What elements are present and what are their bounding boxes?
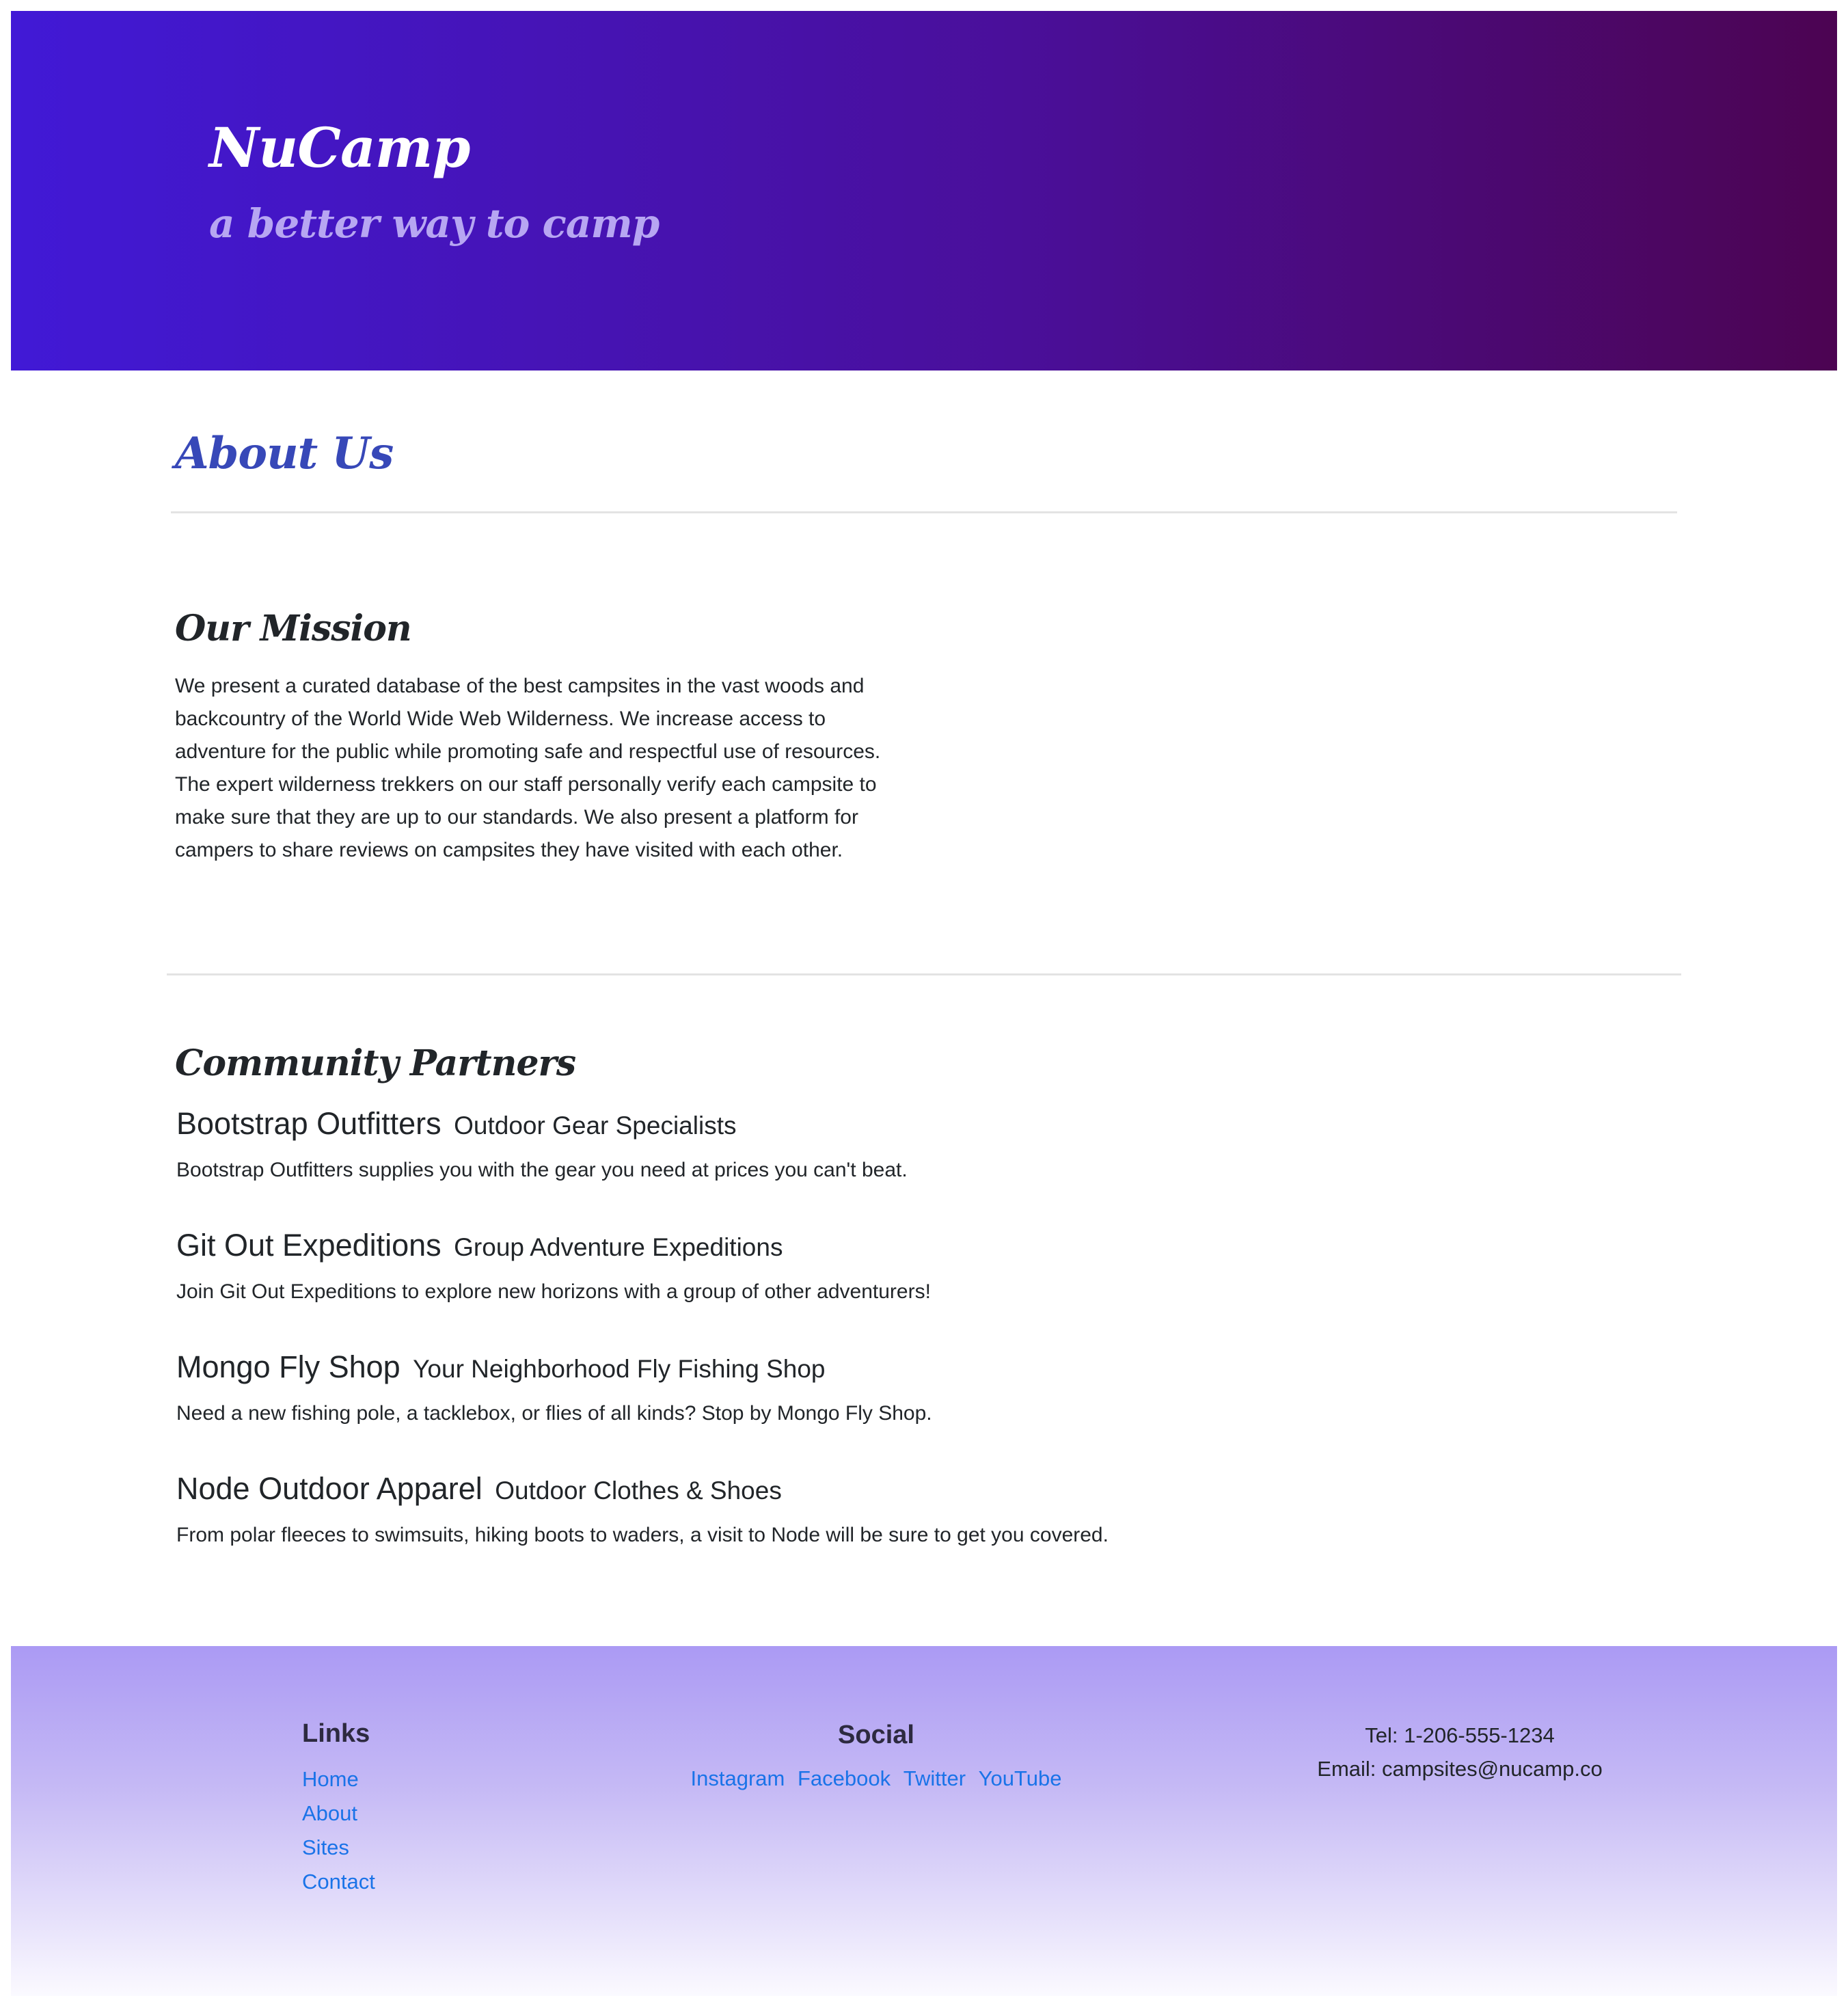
divider: [171, 511, 1677, 513]
partner-description: Join Git Out Expeditions to explore new …: [176, 1280, 931, 1303]
social-link-instagram[interactable]: Instagram: [691, 1766, 785, 1790]
footer-links-heading: Links: [302, 1719, 370, 1748]
partner-git-out-expeditions: Git Out Expeditions Group Adventure Expe…: [176, 1228, 1543, 1306]
footer-link-home[interactable]: Home: [302, 1767, 359, 1791]
partner-name: Git Out Expeditions: [176, 1228, 441, 1263]
divider: [167, 973, 1681, 975]
footer-links-list: Home About Sites Contact: [302, 1762, 375, 1899]
social-links: Instagram Facebook Twitter YouTube: [671, 1765, 1081, 1792]
header-jumbotron: NuCamp a better way to camp: [11, 11, 1837, 371]
partners-title: Community Partners: [175, 1042, 576, 1084]
partner-role: Outdoor Clothes & Shoes: [495, 1477, 782, 1505]
brand-title: NuCamp: [209, 116, 470, 180]
partner-node-outdoor-apparel: Node Outdoor Apparel Outdoor Clothes & S…: [176, 1471, 1543, 1549]
partner-name: Mongo Fly Shop: [176, 1349, 400, 1384]
partner-heading: Mongo Fly Shop Your Neighborhood Fly Fis…: [176, 1349, 1543, 1385]
page-title: About Us: [175, 428, 394, 479]
partner-description: Need a new fishing pole, a tacklebox, or…: [176, 1402, 932, 1425]
social-link-facebook[interactable]: Facebook: [798, 1766, 891, 1790]
mission-title: Our Mission: [175, 608, 412, 649]
partner-description: Bootstrap Outfitters supplies you with t…: [176, 1159, 908, 1181]
partner-heading: Bootstrap Outfitters Outdoor Gear Specia…: [176, 1106, 1543, 1142]
contact-email: Email: campsites@nucamp.co: [1317, 1757, 1603, 1781]
partner-heading: Node Outdoor Apparel Outdoor Clothes & S…: [176, 1471, 1543, 1507]
footer-link-about[interactable]: About: [302, 1801, 357, 1825]
footer-link-sites[interactable]: Sites: [302, 1835, 349, 1859]
site-footer: Links Home About Sites Contact Social In…: [11, 1646, 1837, 1996]
social-link-twitter[interactable]: Twitter: [903, 1766, 966, 1790]
footer-social-column: Social Instagram Facebook Twitter YouTub…: [671, 1720, 1081, 1792]
partner-role: Outdoor Gear Specialists: [454, 1112, 737, 1140]
contact-phone: Tel: 1-206-555-1234: [1365, 1723, 1555, 1747]
partner-name: Node Outdoor Apparel: [176, 1471, 483, 1506]
partner-mongo-fly-shop: Mongo Fly Shop Your Neighborhood Fly Fis…: [176, 1349, 1543, 1427]
partner-name: Bootstrap Outfitters: [176, 1106, 441, 1141]
social-link-youtube[interactable]: YouTube: [979, 1766, 1062, 1790]
footer-social-heading: Social: [838, 1721, 914, 1749]
partner-bootstrap-outfitters: Bootstrap Outfitters Outdoor Gear Specia…: [176, 1106, 1543, 1184]
footer-contact-column: Tel: 1-206-555-1234 Email: campsites@nuc…: [1255, 1719, 1665, 1786]
page: NuCamp a better way to camp About Us Our…: [0, 0, 1848, 2007]
partner-description: From polar fleeces to swimsuits, hiking …: [176, 1524, 1109, 1546]
footer-links-column: Links Home About Sites Contact: [302, 1719, 375, 1899]
mission-text: We present a curated database of the bes…: [175, 675, 881, 861]
partner-heading: Git Out Expeditions Group Adventure Expe…: [176, 1228, 1543, 1263]
partner-role: Your Neighborhood Fly Fishing Shop: [413, 1355, 826, 1383]
partner-role: Group Adventure Expeditions: [454, 1233, 783, 1261]
brand-tagline: a better way to camp: [209, 200, 660, 247]
footer-link-contact[interactable]: Contact: [302, 1870, 375, 1894]
